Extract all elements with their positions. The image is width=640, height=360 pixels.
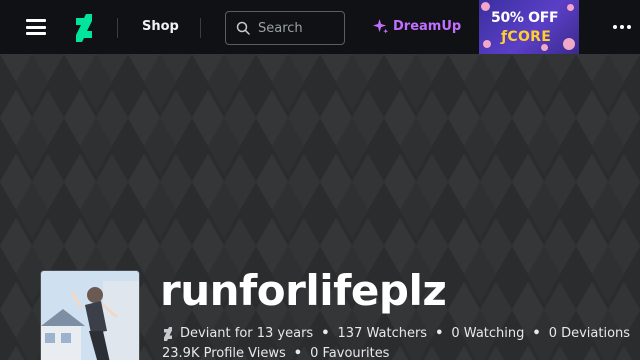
stat-separator: • bbox=[321, 326, 330, 341]
profile-stats: Deviant for 13 years • 137 Watchers • 0 … bbox=[162, 324, 632, 360]
favourites-stat[interactable]: 0 Favourites bbox=[310, 344, 389, 360]
nav-divider bbox=[117, 18, 118, 38]
core-promo-banner[interactable]: 50% OFF ƒCORE bbox=[479, 0, 579, 54]
top-navigation-bar: Shop DreamUp 50% OFF ƒCORE bbox=[0, 0, 640, 54]
more-dots-icon[interactable] bbox=[613, 25, 631, 29]
stat-separator: • bbox=[293, 346, 303, 360]
profile-views-stat: 23.9K Profile Views bbox=[162, 346, 286, 360]
blossom-decoration bbox=[567, 4, 574, 11]
deviantart-logo-icon bbox=[164, 327, 172, 341]
avatar-illustration bbox=[41, 271, 139, 360]
blossom-decoration bbox=[483, 40, 491, 48]
watchers-stat[interactable]: 137 Watchers bbox=[338, 324, 428, 344]
deviations-stat[interactable]: 0 Deviations bbox=[549, 324, 630, 344]
promo-discount-text: 50% OFF bbox=[491, 10, 559, 26]
profile-username[interactable]: runforlifeplz bbox=[160, 266, 447, 315]
stat-separator: • bbox=[532, 326, 541, 341]
deviant-since-stat: Deviant for 13 years bbox=[180, 326, 314, 341]
promo-core-text: ƒCORE bbox=[501, 29, 552, 45]
profile-avatar[interactable] bbox=[40, 270, 140, 360]
dreamup-label: DreamUp bbox=[393, 19, 462, 34]
blossom-decoration bbox=[541, 44, 548, 51]
shop-link[interactable]: Shop bbox=[142, 19, 179, 34]
hamburger-menu-icon[interactable] bbox=[26, 19, 46, 35]
blossom-decoration bbox=[563, 38, 575, 50]
search-box[interactable] bbox=[225, 11, 345, 45]
deviantart-logo-icon[interactable] bbox=[72, 14, 96, 42]
stat-separator: • bbox=[435, 326, 444, 341]
blossom-decoration bbox=[481, 2, 490, 11]
profile-stats-row: 23.9K Profile Views • 0 Favourites bbox=[162, 344, 632, 360]
search-input[interactable] bbox=[258, 20, 338, 36]
watching-stat[interactable]: 0 Watching bbox=[451, 324, 524, 344]
sparkle-icon bbox=[372, 18, 389, 34]
dreamup-link[interactable]: DreamUp bbox=[372, 18, 461, 35]
search-icon bbox=[236, 21, 250, 35]
nav-divider bbox=[200, 18, 201, 38]
profile-stats-row: Deviant for 13 years • 137 Watchers • 0 … bbox=[162, 324, 632, 344]
